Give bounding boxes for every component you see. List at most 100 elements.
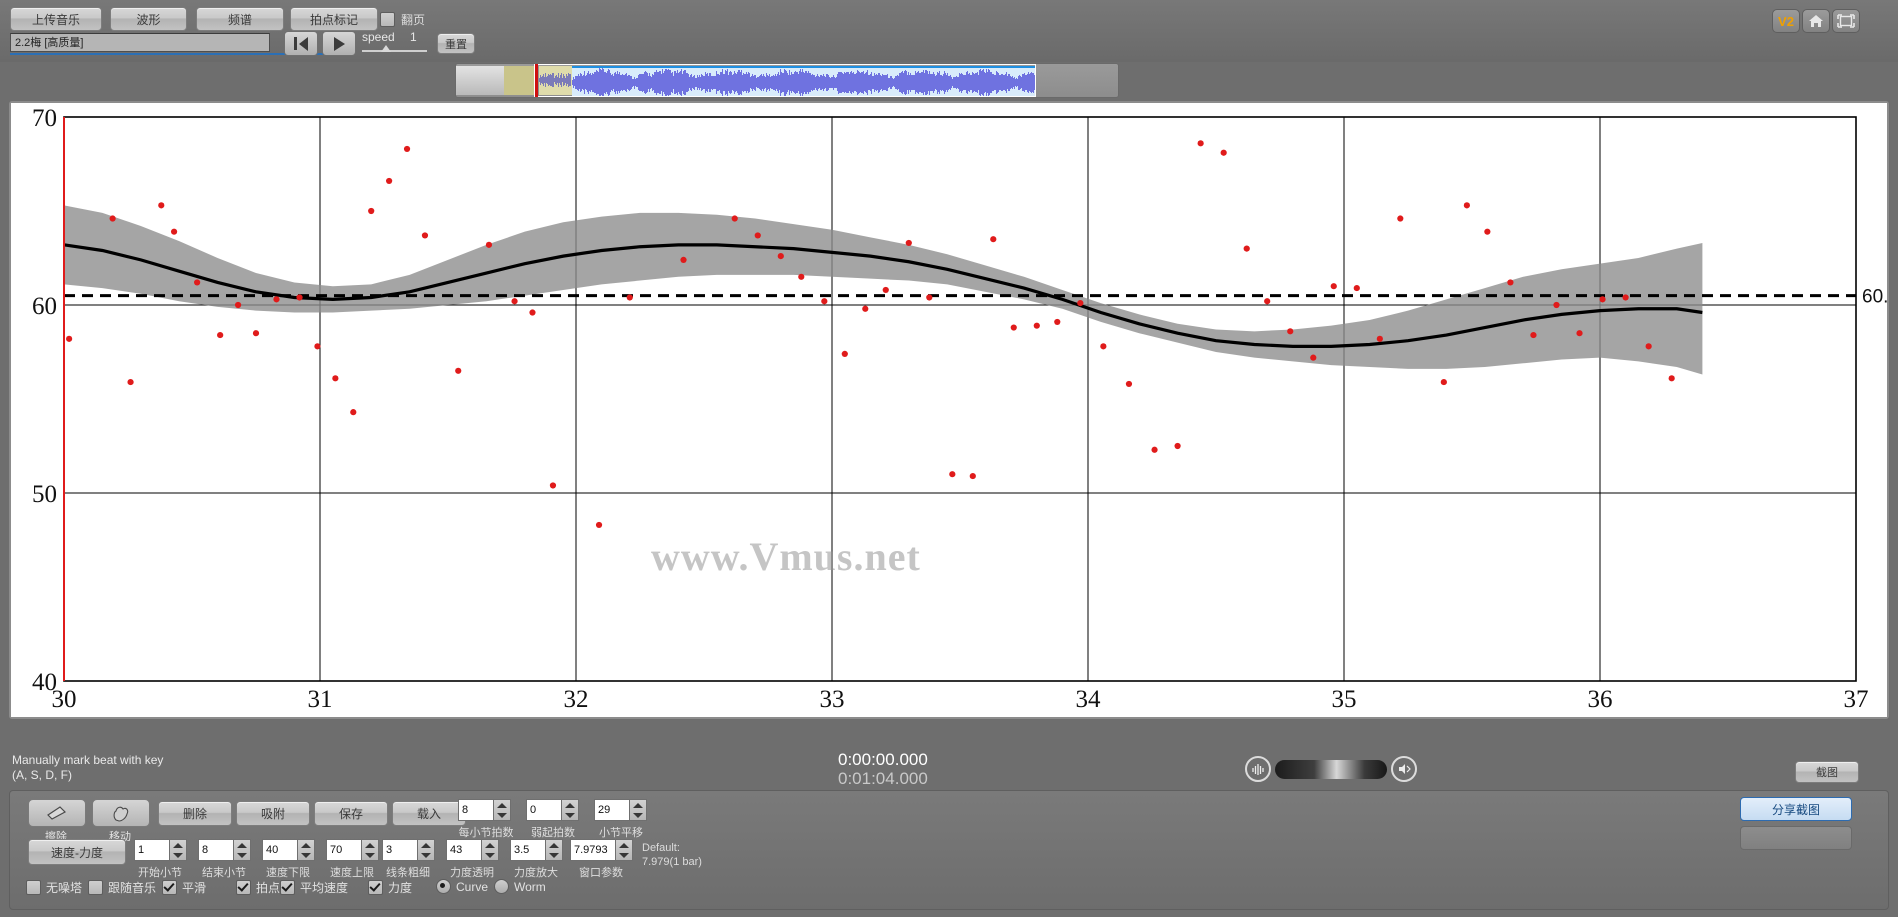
tempo-chart[interactable]: 60.5405060703031323334353637 xyxy=(11,103,1887,717)
waveform-overview[interactable] xyxy=(455,63,1119,98)
avg-tempo-checkbox-box[interactable] xyxy=(280,880,295,895)
beats-per-bar-value[interactable]: 8 xyxy=(458,799,494,821)
start-bar-spinner[interactable]: 1 xyxy=(134,839,187,861)
page-turn-checkbox-box[interactable] xyxy=(380,12,395,27)
tempo-min-value[interactable]: 40 xyxy=(262,839,298,861)
waveform-selection-box[interactable] xyxy=(534,64,1036,97)
follow-music-checkbox[interactable]: 跟随音乐 xyxy=(88,879,156,896)
tempo-min-arrows[interactable] xyxy=(298,839,315,861)
dynamics-alpha-arrows[interactable] xyxy=(482,839,499,861)
speed-slider-track[interactable] xyxy=(362,50,427,52)
spinner-down-icon[interactable] xyxy=(173,852,183,858)
spinner-down-icon[interactable] xyxy=(421,852,431,858)
page-turn-checkbox[interactable]: 翻页 xyxy=(380,11,425,28)
line-width-spinner[interactable]: 3 xyxy=(382,839,435,861)
tempo-max-arrows[interactable] xyxy=(362,839,379,861)
spinner-down-icon[interactable] xyxy=(237,852,247,858)
beats-checkbox[interactable]: 拍点 xyxy=(236,879,280,896)
waveform-playhead[interactable] xyxy=(535,64,538,97)
avg-tempo-checkbox[interactable]: 平均速度 xyxy=(280,879,348,896)
pickup-beats-spinner[interactable]: 0 xyxy=(526,799,579,821)
dynamics-alpha-value[interactable]: 43 xyxy=(446,839,482,861)
end-bar-arrows[interactable] xyxy=(234,839,251,861)
line-width-value[interactable]: 3 xyxy=(382,839,418,861)
spinner-down-icon[interactable] xyxy=(565,812,575,818)
bar-offset-arrows[interactable] xyxy=(630,799,647,821)
share-secondary-button[interactable] xyxy=(1740,826,1852,850)
dynamics-checkbox[interactable]: 力度 xyxy=(368,879,412,896)
screenshot-button[interactable]: 截图 xyxy=(1795,761,1859,783)
volume-speaker-icon[interactable] xyxy=(1391,756,1417,782)
tempo-max-spinner[interactable]: 70 xyxy=(326,839,379,861)
worm-radio-dot[interactable] xyxy=(494,879,509,894)
smooth-checkbox[interactable]: 平滑 xyxy=(162,879,206,896)
volume-control[interactable] xyxy=(1245,756,1417,782)
spinner-up-icon[interactable] xyxy=(565,802,575,808)
spinner-up-icon[interactable] xyxy=(633,802,643,808)
window-param-value[interactable]: 7.9793 xyxy=(570,839,616,861)
rewind-button[interactable] xyxy=(284,31,318,56)
tempo-plot-panel[interactable]: 60.5405060703031323334353637 www.Vmus.ne… xyxy=(9,101,1889,719)
beats-checkbox-box[interactable] xyxy=(236,880,251,895)
window-param-arrows[interactable] xyxy=(616,839,633,861)
dynamics-checkbox-box[interactable] xyxy=(368,880,383,895)
window-param-spinner[interactable]: 7.9793 xyxy=(570,839,633,861)
home-icon[interactable] xyxy=(1802,9,1830,33)
no-noise-checkbox[interactable]: 无噪塔 xyxy=(26,879,82,896)
spinner-down-icon[interactable] xyxy=(365,852,375,858)
beats-per-bar-spinner[interactable]: 8 xyxy=(458,799,511,821)
share-screenshot-button[interactable]: 分享截图 xyxy=(1740,797,1852,821)
pickup-beats-arrows[interactable] xyxy=(562,799,579,821)
spinner-up-icon[interactable] xyxy=(619,842,629,848)
spinner-up-icon[interactable] xyxy=(549,842,559,848)
move-tool[interactable] xyxy=(92,799,150,827)
beat-mark-button[interactable]: 拍点标记 xyxy=(290,7,378,31)
spinner-down-icon[interactable] xyxy=(301,852,311,858)
spinner-down-icon[interactable] xyxy=(549,852,559,858)
speed-slider-knob[interactable] xyxy=(381,45,391,52)
worm-radio[interactable]: Worm xyxy=(494,879,546,894)
no-noise-checkbox-box[interactable] xyxy=(26,880,41,895)
beats-per-bar-arrows[interactable] xyxy=(494,799,511,821)
spinner-up-icon[interactable] xyxy=(237,842,247,848)
spinner-up-icon[interactable] xyxy=(301,842,311,848)
spinner-down-icon[interactable] xyxy=(619,852,629,858)
delete-button[interactable]: 删除 xyxy=(158,801,232,826)
dynamics-scale-arrows[interactable] xyxy=(546,839,563,861)
dynamics-scale-value[interactable]: 3.5 xyxy=(510,839,546,861)
spinner-up-icon[interactable] xyxy=(497,802,507,808)
waveform-button[interactable]: 波形 xyxy=(110,7,187,31)
upload-music-button[interactable]: 上传音乐 xyxy=(10,7,102,31)
spinner-down-icon[interactable] xyxy=(485,852,495,858)
smooth-checkbox-box[interactable] xyxy=(162,880,177,895)
pickup-beats-value[interactable]: 0 xyxy=(526,799,562,821)
tempo-dynamics-button[interactable]: 速度-力度 xyxy=(28,839,126,865)
spinner-up-icon[interactable] xyxy=(365,842,375,848)
curve-radio[interactable]: Curve xyxy=(436,879,488,894)
tempo-max-value[interactable]: 70 xyxy=(326,839,362,861)
play-button[interactable] xyxy=(322,31,356,56)
tempo-min-spinner[interactable]: 40 xyxy=(262,839,315,861)
fullscreen-icon[interactable] xyxy=(1832,9,1860,33)
line-width-arrows[interactable] xyxy=(418,839,435,861)
volume-slider-track[interactable] xyxy=(1275,759,1387,779)
dynamics-scale-spinner[interactable]: 3.5 xyxy=(510,839,563,861)
start-bar-value[interactable]: 1 xyxy=(134,839,170,861)
dynamics-alpha-spinner[interactable]: 43 xyxy=(446,839,499,861)
erase-tool[interactable] xyxy=(28,799,86,827)
spinner-up-icon[interactable] xyxy=(421,842,431,848)
reset-button[interactable]: 重置 xyxy=(437,33,475,54)
v2-badge-icon[interactable]: V2 xyxy=(1772,9,1800,33)
spectrum-button[interactable]: 频谱 xyxy=(196,7,284,31)
spinner-down-icon[interactable] xyxy=(497,812,507,818)
start-bar-arrows[interactable] xyxy=(170,839,187,861)
follow-music-checkbox-box[interactable] xyxy=(88,880,103,895)
bar-offset-spinner[interactable]: 29 xyxy=(594,799,647,821)
snap-button[interactable]: 吸附 xyxy=(236,801,310,826)
spinner-up-icon[interactable] xyxy=(485,842,495,848)
end-bar-value[interactable]: 8 xyxy=(198,839,234,861)
save-button[interactable]: 保存 xyxy=(314,801,388,826)
curve-radio-dot[interactable] xyxy=(436,879,451,894)
end-bar-spinner[interactable]: 8 xyxy=(198,839,251,861)
bar-offset-value[interactable]: 29 xyxy=(594,799,630,821)
